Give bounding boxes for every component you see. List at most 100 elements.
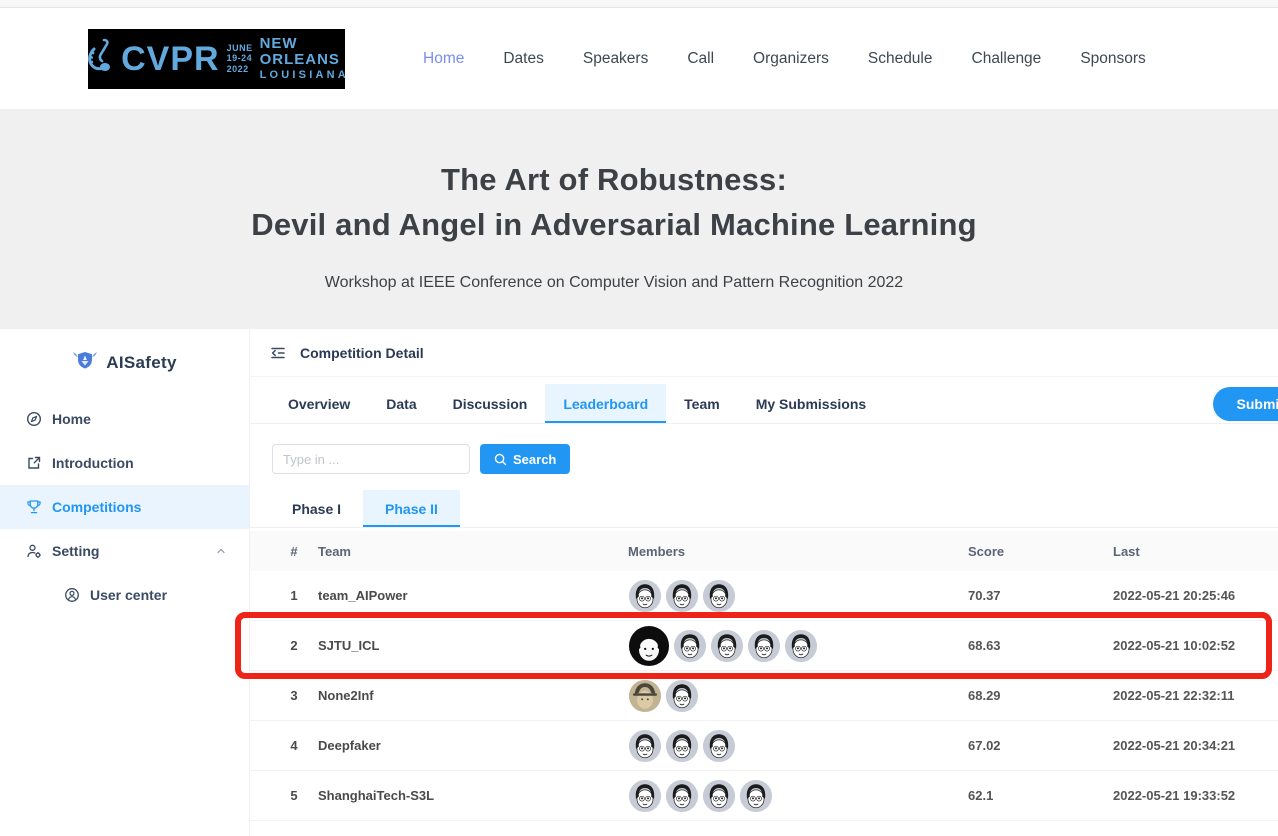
nav-link-call[interactable]: Call — [687, 50, 714, 68]
sidebar-item-setting[interactable]: Setting — [0, 529, 249, 573]
last-submission-time: 2022-05-21 20:25:46 — [1093, 588, 1278, 603]
member-avatar-dark-large — [628, 625, 670, 667]
tab-leaderboard[interactable]: Leaderboard — [545, 384, 666, 423]
cvpr-logo[interactable]: CVPR JUNE 19-24 2022 NEW ORLEANS LOUISIA… — [88, 29, 345, 89]
sidebar-item-user-center[interactable]: User center — [0, 573, 249, 617]
phase-tab-phase-i[interactable]: Phase I — [270, 490, 363, 527]
tab-team[interactable]: Team — [666, 384, 738, 423]
site-header: CVPR JUNE 19-24 2022 NEW ORLEANS LOUISIA… — [0, 8, 1278, 109]
user-gear-icon — [26, 543, 42, 559]
score-cell: 62.1 — [948, 788, 1093, 803]
team-name: None2Inf — [318, 688, 618, 703]
member-avatar-tan-hat — [628, 679, 662, 713]
sidebar-brand: AISafety — [0, 345, 249, 381]
breadcrumb: Competition Detail — [250, 329, 1278, 377]
competition-panel: Competition Detail OverviewDataDiscussio… — [250, 329, 1278, 836]
sidebar-item-label: Introduction — [52, 455, 134, 471]
column-header-score: Score — [948, 544, 1093, 559]
members-cell — [618, 729, 948, 763]
member-avatar-gray — [702, 729, 736, 763]
members-cell — [618, 625, 948, 667]
page-title: Competition Detail — [300, 345, 424, 361]
nav-link-schedule[interactable]: Schedule — [868, 50, 933, 68]
phase-tab-phase-ii[interactable]: Phase II — [363, 490, 460, 527]
score-cell: 70.37 — [948, 588, 1093, 603]
nav-link-home[interactable]: Home — [423, 50, 464, 68]
member-avatar-gray — [665, 679, 699, 713]
member-avatar-gray — [628, 779, 662, 813]
trophy-icon — [26, 499, 42, 515]
column-header-last: Last — [1093, 544, 1278, 559]
tab-my-submissions[interactable]: My Submissions — [738, 384, 884, 423]
user-circle-icon — [64, 587, 80, 603]
team-name: Deepfaker — [318, 738, 618, 753]
nav-link-sponsors[interactable]: Sponsors — [1080, 50, 1145, 68]
phase-tab-bar: Phase IPhase II — [250, 490, 1278, 528]
logo-location: NEW ORLEANS LOUISIANA — [260, 36, 349, 81]
sidebar-item-competitions[interactable]: Competitions — [0, 485, 249, 529]
rank-cell: 2 — [270, 638, 318, 653]
nav-link-organizers[interactable]: Organizers — [753, 50, 829, 68]
external-link-icon — [26, 455, 42, 471]
table-row: 4Deepfaker67.022022-05-21 20:34:21 — [250, 721, 1278, 771]
menu-fold-icon[interactable] — [270, 345, 286, 361]
logo-dates: JUNE 19-24 2022 — [227, 43, 253, 74]
team-name: SJTU_ICL — [318, 638, 618, 653]
saxophone-icon — [84, 37, 114, 80]
nav-link-challenge[interactable]: Challenge — [972, 50, 1042, 68]
brand-label: AISafety — [106, 353, 176, 373]
sidebar-item-label: User center — [90, 587, 167, 603]
sidebar-item-introduction[interactable]: Introduction — [0, 441, 249, 485]
member-avatar-gray — [739, 779, 773, 813]
table-row: 1team_AIPower70.372022-05-21 20:25:46 — [250, 571, 1278, 621]
last-submission-time: 2022-05-21 20:34:21 — [1093, 738, 1278, 753]
search-input[interactable] — [272, 444, 470, 474]
member-avatar-gray — [628, 729, 662, 763]
last-submission-time: 2022-05-21 19:33:52 — [1093, 788, 1278, 803]
table-header: # Team Members Score Last — [250, 531, 1278, 571]
search-icon — [494, 453, 507, 466]
score-cell: 68.63 — [948, 638, 1093, 653]
hero-banner: The Art of Robustness: Devil and Angel i… — [0, 109, 1278, 329]
tab-overview[interactable]: Overview — [270, 384, 368, 423]
search-button[interactable]: Search — [480, 444, 570, 474]
column-header-members: Members — [618, 544, 948, 559]
tab-data[interactable]: Data — [368, 384, 434, 423]
nav-link-dates[interactable]: Dates — [503, 50, 544, 68]
last-submission-time: 2022-05-21 22:32:11 — [1093, 688, 1278, 703]
workshop-subtitle: Workshop at IEEE Conference on Computer … — [0, 274, 1228, 292]
column-header-team: Team — [318, 544, 618, 559]
rank-cell: 5 — [270, 788, 318, 803]
tab-discussion[interactable]: Discussion — [435, 384, 546, 423]
member-avatar-gray — [628, 579, 662, 613]
table-body: 1team_AIPower70.372022-05-21 20:25:462SJ… — [250, 571, 1278, 821]
members-cell — [618, 579, 948, 613]
sidebar-item-label: Setting — [52, 543, 99, 559]
compass-icon — [26, 411, 42, 427]
logo-acronym: CVPR — [121, 42, 219, 76]
tab-bar: OverviewDataDiscussionLeaderboardTeamMy … — [250, 384, 1278, 424]
sidebar-item-label: Competitions — [52, 499, 141, 515]
table-row: 2SJTU_ICL 68.632022-05-21 10:02:52 — [250, 621, 1278, 671]
workshop-title: The Art of Robustness: Devil and Angel i… — [0, 157, 1228, 247]
search-row: Search — [272, 444, 1278, 474]
member-avatar-gray — [702, 779, 736, 813]
shield-wings-icon — [72, 350, 98, 377]
member-avatar-gray — [673, 629, 707, 663]
top-strip — [0, 0, 1278, 8]
last-submission-time: 2022-05-21 10:02:52 — [1093, 638, 1278, 653]
table-row: 3None2Inf68.292022-05-21 22:32:11 — [250, 671, 1278, 721]
chevron-up-icon — [215, 545, 227, 557]
sidebar-item-home[interactable]: Home — [0, 397, 249, 441]
members-cell — [618, 679, 948, 713]
submit-button[interactable]: Submit — [1213, 387, 1278, 421]
table-row: 5ShanghaiTech-S3L62.12022-05-21 19:33:52 — [250, 771, 1278, 821]
member-avatar-gray — [710, 629, 744, 663]
column-header-rank: # — [270, 544, 318, 559]
member-avatar-gray — [665, 779, 699, 813]
nav-link-speakers[interactable]: Speakers — [583, 50, 648, 68]
member-avatar-gray — [747, 629, 781, 663]
member-avatar-gray — [702, 579, 736, 613]
main-nav: Home Dates Speakers Call Organizers Schedule C… — [423, 50, 1146, 68]
team-name: team_AIPower — [318, 588, 618, 603]
